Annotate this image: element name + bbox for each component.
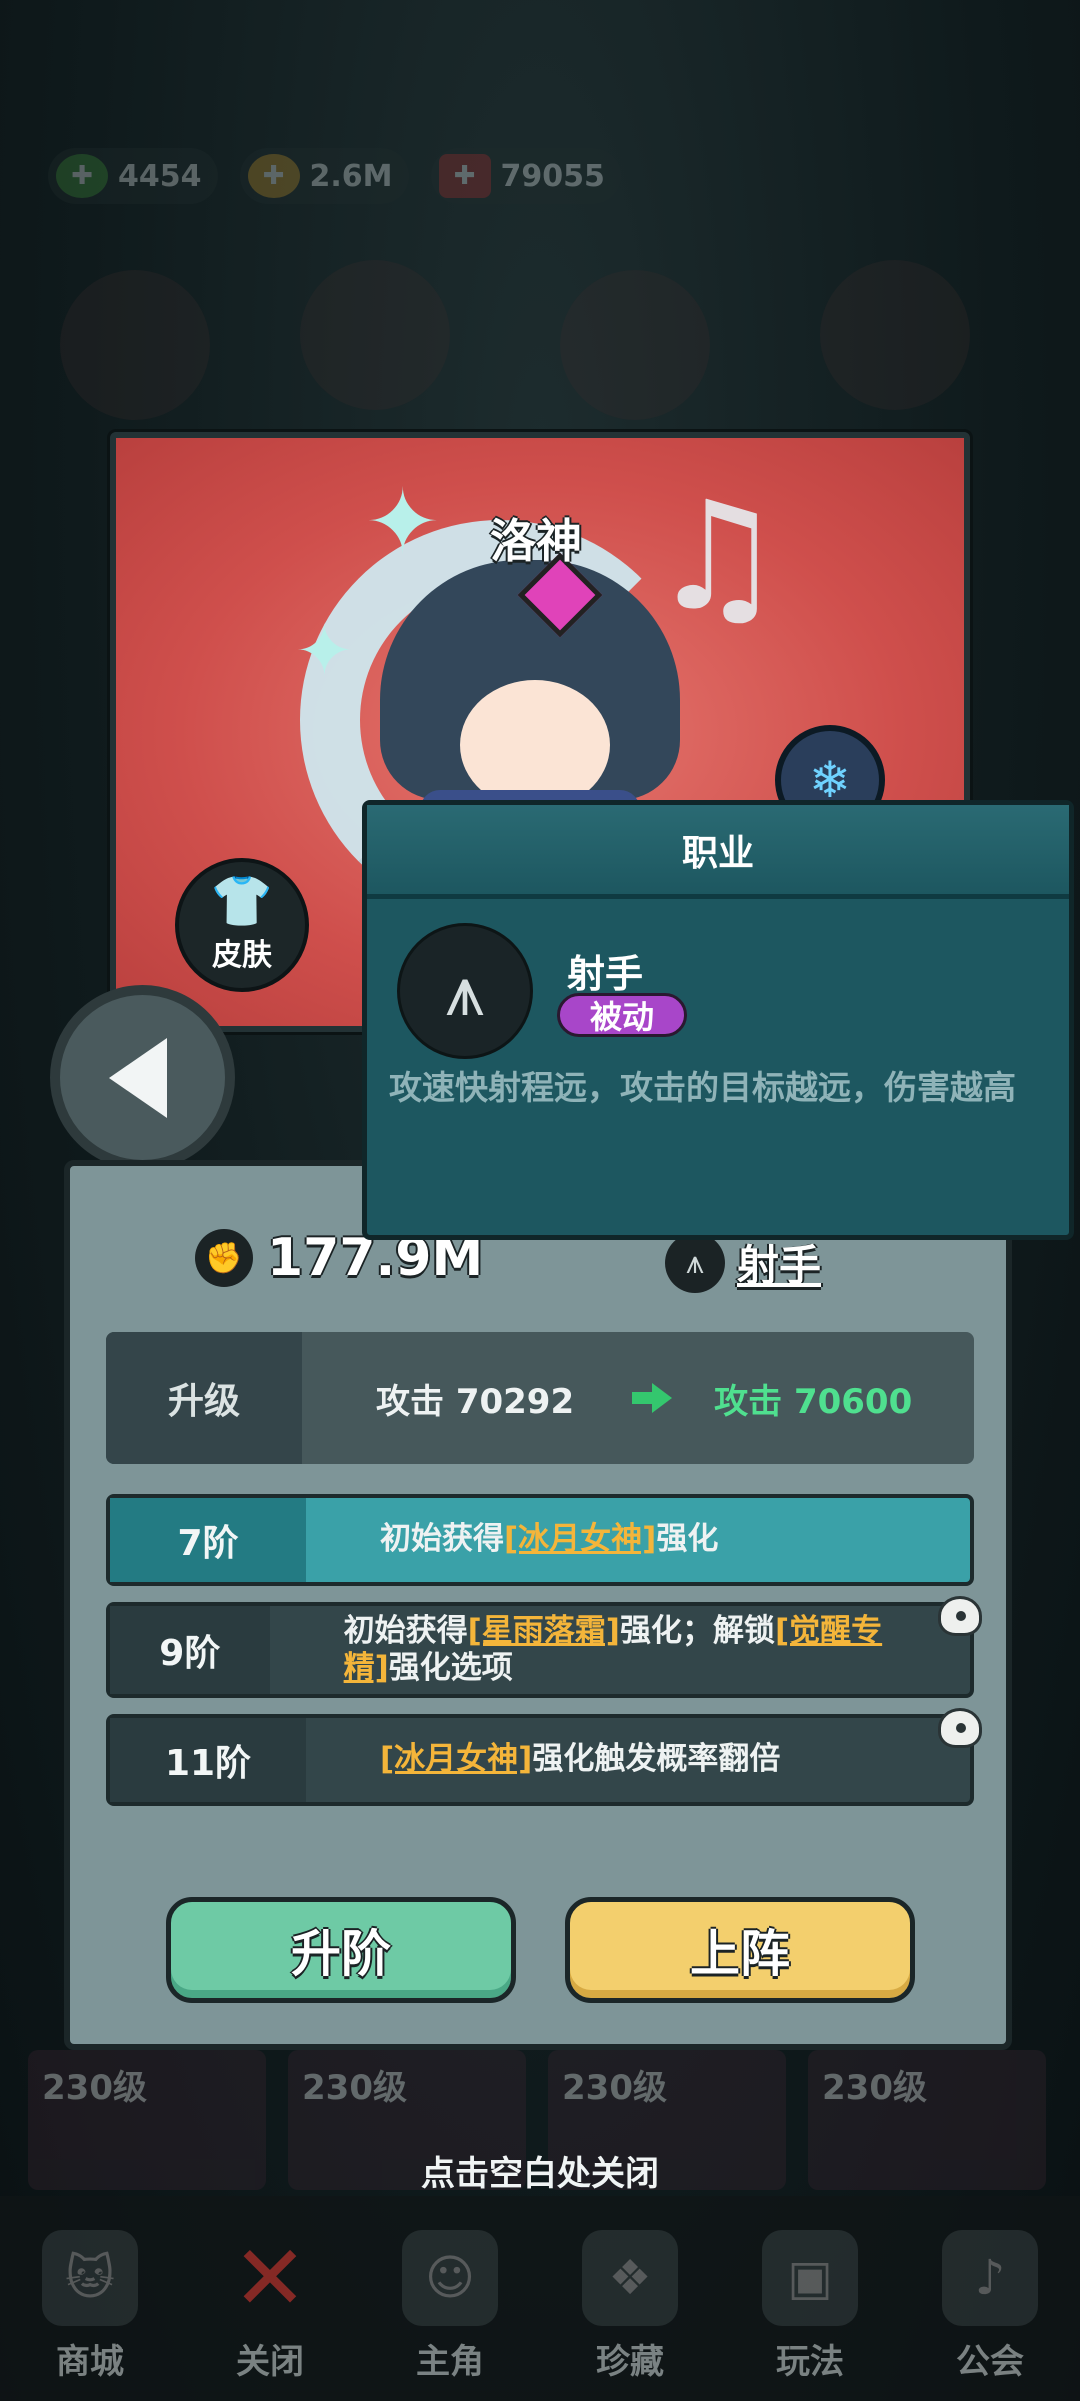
- rank-row-9[interactable]: 9阶 初始获得[星雨落霜]强化；解锁[觉醒专精]强化选项: [106, 1596, 982, 1698]
- close-hint[interactable]: 点击空白处关闭: [0, 2146, 1080, 2195]
- back-button[interactable]: [50, 985, 235, 1170]
- currency-coins-value: 2.6M: [309, 158, 393, 194]
- class-tooltip: 职业 ⩚ 射手 被动 攻速快射程远，攻击的目标越远，伤害越高: [362, 800, 1074, 1240]
- bottom-nav: 🐱 商城 ✕ 关闭 ☺ 主角 ❖ 珍藏 ▣ 玩法 ♪ 公会: [0, 2196, 1080, 2401]
- upgrade-label: 升级: [106, 1332, 302, 1464]
- currency-coins: ✚ 2.6M: [239, 148, 409, 204]
- close-icon: ✕: [232, 2225, 308, 2331]
- upgrade-from-value: 攻击 70292: [376, 1381, 575, 1422]
- character-icon: ☺: [402, 2230, 498, 2326]
- rank-row-7[interactable]: 7阶 初始获得[冰月女神]强化: [106, 1494, 974, 1586]
- red-book-icon: ✚: [438, 154, 491, 198]
- lock-icon: [938, 1596, 982, 1636]
- cat-icon: 🐱: [42, 2230, 138, 2326]
- skin-button[interactable]: 👕 皮肤: [175, 858, 309, 992]
- upgrade-rank-button[interactable]: 升阶: [166, 1897, 516, 2003]
- left-arrow-icon: [108, 1037, 167, 1118]
- archer-class-icon: ⩚: [397, 923, 533, 1059]
- currency-bar: ✚ 4454 ✚ 2.6M ✚ 79055: [48, 148, 621, 204]
- rank-description: [冰月女神]强化触发概率翻倍: [380, 1741, 781, 1778]
- rank-label: 11阶: [110, 1718, 306, 1802]
- horn-icon: ♪: [942, 2230, 1038, 2326]
- treasure-icon: ❖: [582, 2230, 678, 2326]
- rank-label: 9阶: [110, 1606, 270, 1694]
- rank-description: 初始获得[星雨落霜]强化；解锁[觉醒专精]强化选项: [343, 1612, 883, 1686]
- currency-books: ✚ 79055: [430, 148, 621, 204]
- tooltip-description: 攻速快射程远，攻击的目标越远，伤害越高: [389, 1068, 1016, 1107]
- class-tag[interactable]: ⩚ 射手: [665, 1232, 821, 1293]
- tooltip-title: 射手: [567, 952, 644, 996]
- hero-name: 洛神: [490, 514, 582, 568]
- archer-class-icon: ⩚: [665, 1232, 725, 1293]
- currency-gems: ✚ 4454: [48, 148, 218, 204]
- passive-badge: 被动: [557, 993, 687, 1037]
- rank-label: 7阶: [110, 1498, 306, 1582]
- background-characters: [0, 260, 1080, 420]
- deploy-button[interactable]: 上阵: [565, 1897, 915, 2003]
- upgrade-row: 升级 攻击 70292 攻击 70600: [106, 1332, 974, 1464]
- rank-description: 初始获得[冰月女神]强化: [380, 1521, 719, 1558]
- tooltip-header: 职业: [367, 805, 1069, 899]
- nav-item-guild[interactable]: ♪ 公会: [900, 2196, 1080, 2401]
- sparkle-icon: ✦: [295, 610, 354, 692]
- nav-item-play[interactable]: ▣ 玩法: [720, 2196, 900, 2401]
- nav-item-shop[interactable]: 🐱 商城: [0, 2196, 180, 2401]
- green-gem-icon: ✚: [56, 154, 108, 198]
- rank-row-11[interactable]: 11阶 [冰月女神]强化触发概率翻倍: [106, 1708, 982, 1806]
- currency-books-value: 79055: [500, 158, 605, 194]
- nav-item-hero[interactable]: ☺ 主角: [360, 2196, 540, 2401]
- tv-icon: ▣: [762, 2230, 858, 2326]
- nav-item-close[interactable]: ✕ 关闭: [180, 2196, 360, 2401]
- skin-label: 皮肤: [212, 938, 272, 973]
- nav-item-treasure[interactable]: ❖ 珍藏: [540, 2196, 720, 2401]
- right-arrow-icon: [632, 1383, 673, 1413]
- upgrade-to-value: 攻击 70600: [714, 1381, 913, 1422]
- lock-icon: [938, 1708, 982, 1748]
- class-name[interactable]: 射手: [737, 1232, 821, 1293]
- fist-icon: ✊: [195, 1229, 253, 1287]
- shirt-icon: 👕: [210, 872, 274, 930]
- gold-coin-icon: ✚: [247, 154, 300, 198]
- currency-gems-value: 4454: [118, 158, 202, 194]
